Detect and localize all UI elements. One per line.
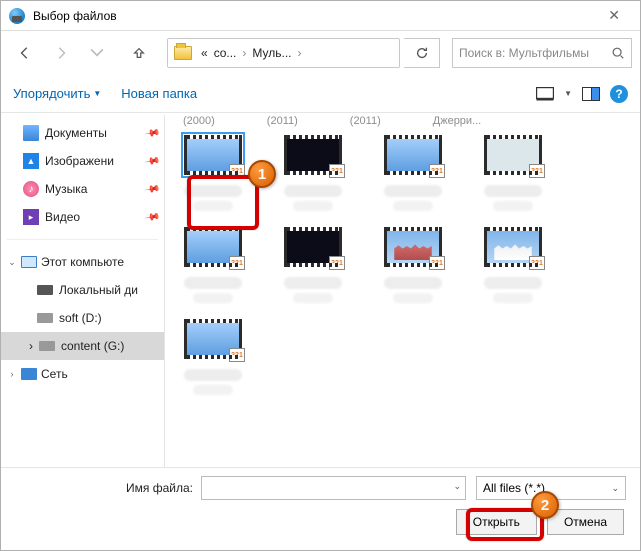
sidebar: Документы📌 Изображени📌 Музыка📌 Видео📌 ⌄Э… — [1, 115, 165, 467]
file-thumb[interactable]: 321 — [179, 319, 247, 395]
mpc-badge-icon: 321 — [429, 256, 445, 270]
expand-icon[interactable]: ⌄ — [7, 257, 17, 268]
organize-button[interactable]: Упорядочить▼ — [13, 86, 101, 101]
toolbar: Упорядочить▼ Новая папка ▼ ? — [1, 75, 640, 113]
file-thumb[interactable]: 321 — [379, 135, 447, 211]
view-dropdown[interactable]: ▼ — [564, 89, 572, 98]
navbar: « co... › Муль... › Поиск в: Мультфильмы — [1, 31, 640, 75]
file-list[interactable]: (2000) (2011) (2011) Джерри... 321 321 3… — [165, 115, 640, 467]
pin-icon: 📌 — [144, 181, 161, 197]
help-button[interactable]: ? — [610, 85, 628, 103]
breadcrumb-2[interactable]: Муль... — [249, 46, 294, 60]
file-thumb[interactable]: 321 — [279, 135, 347, 211]
chevron-down-icon: ⌄ — [611, 483, 619, 494]
search-input[interactable]: Поиск в: Мультфильмы — [452, 38, 632, 68]
up-button[interactable] — [123, 39, 155, 67]
image-icon — [23, 153, 39, 169]
file-thumb[interactable]: 321 — [179, 227, 247, 303]
breadcrumb-1[interactable]: co... — [211, 46, 240, 60]
file-thumb[interactable]: 321 — [179, 135, 247, 211]
expand-icon[interactable]: › — [29, 339, 33, 353]
annotation-badge-2: 2 — [531, 491, 559, 519]
app-icon — [9, 8, 25, 24]
breadcrumb-prefix: « — [198, 46, 211, 60]
chevron-right-icon[interactable]: › — [295, 46, 305, 60]
titlebar: Выбор файлов ✕ — [1, 1, 640, 31]
group-label: (2011) — [350, 115, 381, 127]
filename-label: Имя файла: — [1, 481, 201, 495]
network-icon — [21, 368, 37, 380]
chevron-right-icon[interactable]: › — [239, 46, 249, 60]
folder-icon — [174, 46, 192, 60]
pin-icon: 📌 — [144, 209, 161, 225]
sidebar-item-music[interactable]: Музыка📌 — [1, 175, 164, 203]
expand-icon[interactable]: › — [7, 369, 17, 379]
video-icon — [23, 209, 39, 225]
chevron-down-icon: ▼ — [93, 89, 101, 98]
drive-icon — [37, 313, 53, 323]
mpc-badge-icon: 321 — [429, 164, 445, 178]
recent-dropdown[interactable] — [81, 39, 113, 67]
filename-input[interactable]: ⌄ — [201, 476, 466, 500]
group-label: (2000) — [183, 115, 215, 127]
mpc-badge-icon: 321 — [229, 164, 245, 178]
group-label: Джерри... — [433, 115, 481, 127]
sidebar-item-localdisk[interactable]: Локальный ди — [1, 276, 164, 304]
window-title: Выбор файлов — [33, 9, 117, 23]
file-thumb[interactable]: 321 — [379, 227, 447, 303]
pc-icon — [21, 256, 37, 268]
mpc-badge-icon: 321 — [529, 164, 545, 178]
file-thumb[interactable]: 321 — [479, 135, 547, 211]
forward-button[interactable] — [45, 39, 77, 67]
new-folder-button[interactable]: Новая папка — [121, 86, 197, 101]
refresh-button[interactable] — [404, 38, 440, 68]
annotation-badge-1: 1 — [248, 160, 276, 188]
mpc-badge-icon: 321 — [329, 164, 345, 178]
drive-icon — [37, 285, 53, 295]
chevron-down-icon[interactable]: ⌄ — [453, 481, 461, 492]
sidebar-item-soft[interactable]: soft (D:) — [1, 304, 164, 332]
sidebar-item-content[interactable]: ›content (G:) — [1, 332, 164, 360]
mpc-badge-icon: 321 — [229, 348, 245, 362]
back-button[interactable] — [9, 39, 41, 67]
group-label: (2011) — [267, 115, 298, 127]
music-icon — [23, 181, 39, 197]
sidebar-group-thispc[interactable]: ⌄Этот компьюте — [1, 248, 164, 276]
sidebar-item-video[interactable]: Видео📌 — [1, 203, 164, 231]
mpc-badge-icon: 321 — [329, 256, 345, 270]
file-thumb[interactable]: 321 — [279, 227, 347, 303]
mpc-badge-icon: 321 — [229, 256, 245, 270]
address-bar[interactable]: « co... › Муль... › — [167, 38, 400, 68]
drive-icon — [39, 341, 55, 351]
close-icon[interactable]: ✕ — [596, 3, 632, 28]
sidebar-item-documents[interactable]: Документы📌 — [1, 119, 164, 147]
view-mode-button[interactable] — [534, 83, 556, 105]
open-button[interactable]: Открыть — [456, 509, 537, 535]
pin-icon: 📌 — [144, 125, 161, 141]
document-icon — [23, 125, 39, 141]
file-thumb[interactable]: 321 — [479, 227, 547, 303]
dialog-body: Документы📌 Изображени📌 Музыка📌 Видео📌 ⌄Э… — [1, 115, 640, 467]
sidebar-group-network[interactable]: ›Сеть — [1, 360, 164, 388]
search-placeholder: Поиск в: Мультфильмы — [459, 46, 611, 60]
preview-pane-button[interactable] — [580, 83, 602, 105]
search-icon — [611, 46, 625, 60]
cancel-button[interactable]: Отмена — [547, 509, 624, 535]
pin-icon: 📌 — [144, 153, 161, 169]
sidebar-item-images[interactable]: Изображени📌 — [1, 147, 164, 175]
mpc-badge-icon: 321 — [529, 256, 545, 270]
